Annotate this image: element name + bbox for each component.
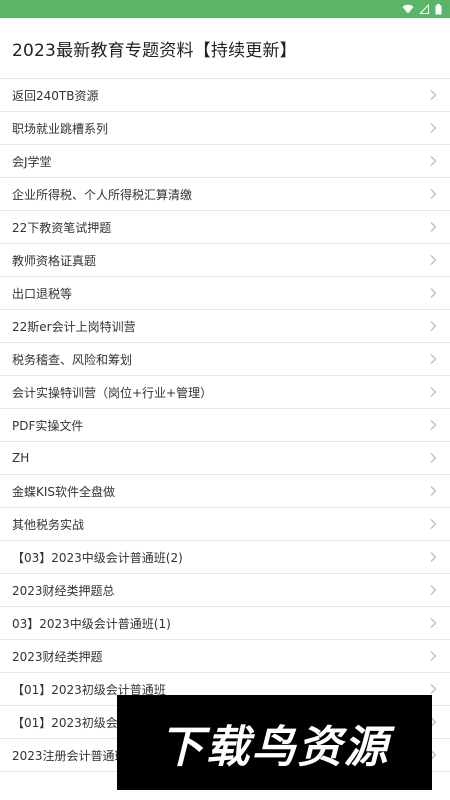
list-item[interactable]: 返回240TB资源 bbox=[0, 79, 450, 112]
list-item[interactable]: 其他税务实战 bbox=[0, 508, 450, 541]
list-item[interactable]: 金蝶KIS软件全盘做 bbox=[0, 475, 450, 508]
status-bar bbox=[0, 0, 450, 18]
list-item-label: 会J学堂 bbox=[12, 154, 52, 169]
list-item-label: 其他税务实战 bbox=[12, 517, 85, 532]
chevron-right-icon bbox=[430, 453, 437, 463]
list-item-label: 2023财经类押题总 bbox=[12, 583, 115, 598]
list-item-label: 会计实操特训营（岗位+行业+管理） bbox=[12, 385, 213, 400]
list-item[interactable]: 职场就业跳槽系列 bbox=[0, 112, 450, 145]
list-item-label: 返回240TB资源 bbox=[12, 88, 99, 103]
list-item-label: 出口退税等 bbox=[12, 286, 73, 301]
list-item-label: ZH bbox=[12, 451, 30, 465]
list-item-label: 教师资格证真题 bbox=[12, 253, 97, 268]
page-title: 2023最新教育专题资料【持续更新】 bbox=[12, 40, 297, 61]
title-bar: 2023最新教育专题资料【持续更新】 bbox=[0, 18, 450, 78]
list-item[interactable]: 22斯er会计上岗特训营 bbox=[0, 310, 450, 343]
list-item[interactable]: 企业所得税、个人所得税汇算清缴 bbox=[0, 178, 450, 211]
chevron-right-icon bbox=[430, 288, 437, 298]
list-item[interactable]: 税务稽查、风险和筹划 bbox=[0, 343, 450, 376]
watermark-text: 下载鸟资源 bbox=[159, 721, 390, 773]
list-item[interactable]: 教师资格证真题 bbox=[0, 244, 450, 277]
list-item[interactable]: 【03】2023中级会计普通班(2) bbox=[0, 541, 450, 574]
list-item[interactable]: 会计实操特训营（岗位+行业+管理） bbox=[0, 376, 450, 409]
list-item-label: 【03】2023中级会计普通班(2) bbox=[12, 550, 183, 565]
chevron-right-icon bbox=[430, 255, 437, 265]
list-item-label: 职场就业跳槽系列 bbox=[12, 121, 109, 136]
list-item-label: 2023财经类押题 bbox=[12, 649, 103, 664]
chevron-right-icon bbox=[430, 387, 437, 397]
chevron-right-icon bbox=[430, 552, 437, 562]
list-item-label: 22下教资笔试押题 bbox=[12, 220, 112, 235]
chevron-right-icon bbox=[430, 156, 437, 166]
chevron-right-icon bbox=[430, 222, 437, 232]
chevron-right-icon bbox=[430, 585, 437, 595]
signal-icon bbox=[420, 4, 429, 14]
chevron-right-icon bbox=[430, 486, 437, 496]
chevron-right-icon bbox=[430, 519, 437, 529]
list-item-label: PDF实操文件 bbox=[12, 418, 84, 433]
watermark-banner: 下载鸟资源 bbox=[117, 695, 432, 790]
list-item[interactable]: 出口退税等 bbox=[0, 277, 450, 310]
battery-icon bbox=[435, 3, 442, 14]
list-item-label: 税务稽查、风险和筹划 bbox=[12, 352, 133, 367]
list-item[interactable]: 03】2023中级会计普通班(1) bbox=[0, 607, 450, 640]
chevron-right-icon bbox=[430, 321, 437, 331]
chevron-right-icon bbox=[430, 90, 437, 100]
list-item[interactable]: ZH bbox=[0, 442, 450, 475]
list-item[interactable]: 2023财经类押题总 bbox=[0, 574, 450, 607]
list-item-label: 金蝶KIS软件全盘做 bbox=[12, 484, 116, 499]
resource-list: 返回240TB资源 职场就业跳槽系列 会J学堂企业所得税、个人所得税汇算清缴 22下教… bbox=[0, 78, 450, 772]
list-item-label: 22斯er会计上岗特训营 bbox=[12, 319, 136, 334]
list-item-label: 2023注册会计普通班 bbox=[12, 748, 127, 763]
chevron-right-icon bbox=[430, 354, 437, 364]
wifi-icon bbox=[402, 4, 414, 14]
chevron-right-icon bbox=[430, 420, 437, 430]
list-item-label: 企业所得税、个人所得税汇算清缴 bbox=[12, 187, 193, 202]
chevron-right-icon bbox=[430, 618, 437, 628]
chevron-right-icon bbox=[430, 651, 437, 661]
list-item[interactable]: 22下教资笔试押题 bbox=[0, 211, 450, 244]
list-item[interactable]: 2023财经类押题 bbox=[0, 640, 450, 673]
list-item-label: 03】2023中级会计普通班(1) bbox=[12, 616, 171, 631]
chevron-right-icon bbox=[430, 123, 437, 133]
app-screen: 2023最新教育专题资料【持续更新】 返回240TB资源 职场就业跳槽系列 会J学堂… bbox=[0, 0, 450, 800]
list-item[interactable]: 会J学堂 bbox=[0, 145, 450, 178]
chevron-right-icon bbox=[430, 189, 437, 199]
list-item[interactable]: PDF实操文件 bbox=[0, 409, 450, 442]
chevron-right-icon bbox=[430, 684, 437, 694]
